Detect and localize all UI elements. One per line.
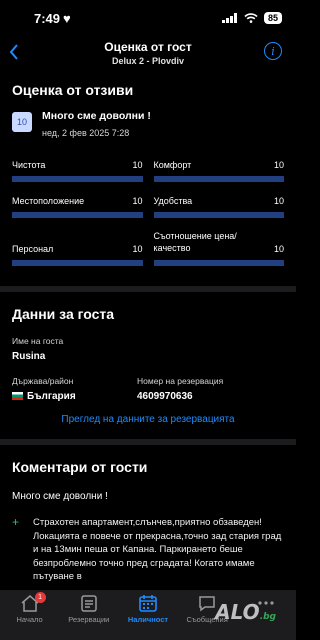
category-value: 10 xyxy=(132,160,143,170)
category-value-for-money: Съотношение цена/ качество 10 xyxy=(153,230,284,266)
category-label: Удобства xyxy=(153,196,193,206)
property-subtitle: Delux 2 - Plovdiv xyxy=(111,56,185,66)
category-bar-fill xyxy=(153,260,284,266)
category-label: Персонал xyxy=(12,244,54,254)
review-header: 10 Много сме доволни ! нед, 2 фев 2025 7… xyxy=(0,110,296,138)
clock: 7:49 ♥ xyxy=(34,11,71,26)
category-bar-fill xyxy=(12,260,143,266)
tab-home[interactable]: 1 Начало xyxy=(2,592,58,640)
category-cleanliness: Чистота 10 xyxy=(12,158,143,182)
heart-icon: ♥ xyxy=(63,10,71,26)
category-scores: Чистота 10 Комфорт 10 Местоположение 10 Удо… xyxy=(0,158,296,278)
back-arrow-icon[interactable] xyxy=(8,43,20,61)
comments-section-title: Коментари от гости xyxy=(12,459,148,475)
alo-watermark-logo: ALO.bg xyxy=(215,600,276,624)
view-reservation-link[interactable]: Преглед на данните за резервацията xyxy=(0,414,296,425)
page-title: Оценка от гост xyxy=(104,40,192,54)
status-bar: 7:49 ♥ 85 xyxy=(0,0,296,36)
category-label: Комфорт xyxy=(153,160,192,170)
positive-comment: + Страхотен апартамент,слънчев,приятно о… xyxy=(0,516,296,584)
reservation-label: Номер на резервация xyxy=(137,376,224,386)
battery-icon: 85 xyxy=(263,12,282,24)
reservation-block: Номер на резервация 4609970636 xyxy=(137,376,223,402)
navigation-bar: Оценка от гост Delux 2 - Plovdiv i xyxy=(0,36,296,70)
guest-name-block: Име на госта Rusina xyxy=(0,336,296,362)
category-facilities: Удобства 10 xyxy=(153,194,284,218)
system-icons: 85 xyxy=(221,12,282,24)
category-value: 10 xyxy=(132,244,143,254)
positive-comment-text: Страхотен апартамент,слънчев,приятно обз… xyxy=(33,517,282,582)
category-bar-fill xyxy=(12,176,143,182)
review-title: Много сме доволни ! xyxy=(42,110,151,122)
category-bar-fill xyxy=(12,212,143,218)
tab-availability[interactable]: Наличност xyxy=(120,594,176,640)
category-label: Съотношение цена/ качество xyxy=(153,231,237,253)
category-bar xyxy=(12,260,143,266)
country-block: Държава/район България xyxy=(12,376,137,402)
reservation-number: 4609970636 xyxy=(137,391,193,402)
guest-name: Rusina xyxy=(12,351,46,362)
bulgaria-flag-icon xyxy=(12,392,23,400)
country-label: Държава/район xyxy=(12,376,74,386)
signal-icon xyxy=(221,13,237,23)
review-date: нед, 2 фев 2025 7:28 xyxy=(42,128,130,138)
category-value: 10 xyxy=(273,244,284,254)
plus-icon: + xyxy=(12,515,20,529)
guest-section-title: Данни за госта xyxy=(12,306,115,322)
category-comfort: Комфорт 10 xyxy=(153,158,284,182)
tab-label: Резервации xyxy=(68,615,110,624)
tab-label: Наличност xyxy=(127,615,169,624)
category-bar xyxy=(12,176,143,182)
tab-label: Начало xyxy=(16,615,43,624)
comment-heading: Много сме доволни ! xyxy=(12,491,108,502)
review-section-title: Оценка от отзиви xyxy=(12,82,134,98)
category-value: 10 xyxy=(132,196,143,206)
info-icon[interactable]: i xyxy=(264,42,282,60)
category-bar-fill xyxy=(153,176,284,182)
tab-bar: 1 Начало Резервации Наличност Съобщения … xyxy=(0,590,296,640)
category-bar-fill xyxy=(153,212,284,218)
category-bar xyxy=(153,260,284,266)
notification-badge: 1 xyxy=(34,592,46,603)
category-bar xyxy=(153,176,284,182)
wifi-icon xyxy=(244,13,258,23)
category-value: 10 xyxy=(273,196,284,206)
category-value: 10 xyxy=(273,160,284,170)
list-icon xyxy=(81,595,97,612)
score-badge: 10 xyxy=(12,112,32,132)
category-label: Чистота xyxy=(12,160,46,170)
time-text: 7:49 xyxy=(34,10,61,26)
country-value: България xyxy=(12,391,137,402)
calendar-icon xyxy=(139,595,157,612)
tab-reservations[interactable]: Резервации xyxy=(61,594,117,640)
category-staff: Персонал 10 xyxy=(12,230,143,266)
guest-name-label: Име на госта xyxy=(12,336,64,346)
category-bar xyxy=(153,212,284,218)
category-location: Местоположение 10 xyxy=(12,194,143,218)
country-name: България xyxy=(27,391,76,402)
category-bar xyxy=(12,212,143,218)
guest-details-row: Държава/район България Номер на резервац… xyxy=(0,376,296,402)
category-label: Местоположение xyxy=(12,196,85,206)
